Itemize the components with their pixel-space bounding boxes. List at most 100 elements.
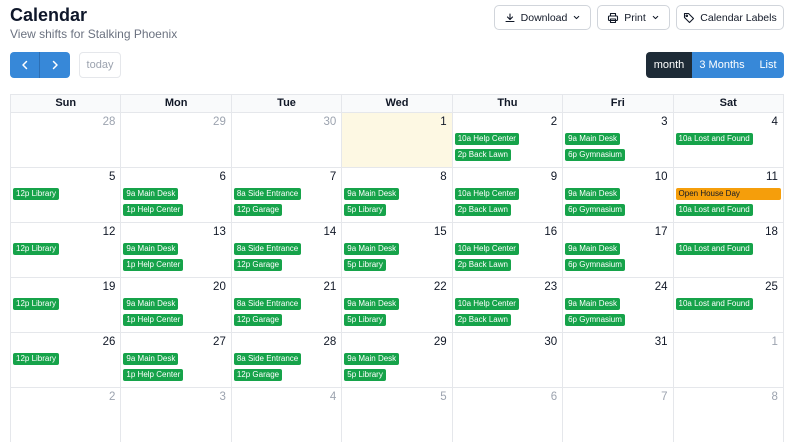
shift-event[interactable]: 5p Library	[344, 369, 386, 381]
day-cell[interactable]: 16 10a Help Center 2p Back Lawn	[452, 223, 564, 278]
day-number[interactable]: 30	[544, 336, 557, 348]
day-cell[interactable]: 9 10a Help Center 2p Back Lawn	[452, 168, 564, 223]
day-number[interactable]: 24	[655, 281, 668, 293]
shift-event[interactable]: 5p Library	[344, 314, 386, 326]
day-number[interactable]: 8	[440, 171, 446, 183]
day-cell[interactable]: 27 9a Main Desk 1p Help Center	[121, 333, 232, 388]
day-cell[interactable]: 3	[121, 388, 232, 442]
day-number[interactable]: 26	[103, 336, 116, 348]
day-number[interactable]: 28	[103, 116, 116, 128]
day-cell[interactable]: 8	[674, 388, 784, 442]
day-number[interactable]: 29	[434, 336, 447, 348]
day-number[interactable]: 10	[655, 171, 668, 183]
day-number[interactable]: 27	[213, 336, 226, 348]
day-number[interactable]: 13	[213, 226, 226, 238]
shift-event[interactable]: 9a Main Desk	[344, 298, 400, 310]
day-cell[interactable]: 28 8a Side Entrance 12p Garage	[231, 333, 343, 388]
day-cell[interactable]: 28	[11, 113, 122, 168]
day-cell[interactable]: 29 9a Main Desk 5p Library	[342, 333, 453, 388]
shift-event[interactable]: 6p Gymnasium	[565, 204, 625, 216]
shift-event[interactable]: 9a Main Desk	[344, 353, 400, 365]
shift-event[interactable]: 9a Main Desk	[123, 298, 179, 310]
day-number[interactable]: 7	[330, 171, 336, 183]
day-cell[interactable]: 17 9a Main Desk 6p Gymnasium	[563, 223, 674, 278]
view-list-button[interactable]: List	[752, 52, 784, 78]
day-cell[interactable]: 7	[563, 388, 674, 442]
day-cell[interactable]: 21 8a Side Entrance 12p Garage	[231, 278, 343, 333]
shift-event[interactable]: 12p Library	[13, 243, 60, 255]
shift-event[interactable]: 12p Library	[13, 353, 60, 365]
day-cell[interactable]: 20 9a Main Desk 1p Help Center	[121, 278, 232, 333]
day-number[interactable]: 28	[323, 336, 336, 348]
day-cell[interactable]: 2	[11, 388, 122, 442]
day-cell[interactable]: 30	[231, 113, 343, 168]
day-cell[interactable]: 23 10a Help Center 2p Back Lawn	[452, 278, 564, 333]
day-number[interactable]: 9	[551, 171, 557, 183]
day-cell[interactable]: 6 9a Main Desk 1p Help Center	[121, 168, 232, 223]
shift-event[interactable]: 12p Garage	[233, 314, 283, 326]
day-number[interactable]: 6	[219, 171, 225, 183]
day-number[interactable]: 1	[440, 116, 446, 128]
shift-event[interactable]: 10a Help Center	[454, 243, 519, 255]
shift-event[interactable]: 2p Back Lawn	[454, 259, 511, 271]
shift-event[interactable]: 10a Lost and Found	[675, 243, 753, 255]
day-number[interactable]: 2	[109, 391, 115, 403]
day-number[interactable]: 12	[103, 226, 116, 238]
day-number[interactable]: 23	[544, 281, 557, 293]
download-button[interactable]: Download	[494, 5, 591, 30]
day-number[interactable]: 1	[772, 336, 778, 348]
shift-event[interactable]: 12p Garage	[233, 369, 283, 381]
shift-event[interactable]: 2p Back Lawn	[454, 314, 511, 326]
day-cell[interactable]: 5 12p Library	[11, 168, 122, 223]
shift-event[interactable]: 2p Back Lawn	[454, 204, 511, 216]
shift-event[interactable]: 10a Lost and Found	[675, 298, 753, 310]
day-cell[interactable]: 4 10a Lost and Found	[673, 113, 784, 168]
day-cell-today[interactable]: 1	[342, 113, 453, 168]
shift-event[interactable]: 10a Help Center	[454, 298, 519, 310]
today-button[interactable]: today	[79, 52, 121, 78]
day-number[interactable]: 4	[330, 391, 336, 403]
day-cell[interactable]: 1	[673, 333, 784, 388]
shift-event[interactable]: 10a Help Center	[454, 133, 519, 145]
day-cell[interactable]: 11 Open House Day 10a Lost and Found	[673, 168, 784, 223]
day-cell[interactable]: 18 10a Lost and Found	[673, 223, 784, 278]
day-number[interactable]: 25	[765, 281, 778, 293]
day-number[interactable]: 7	[661, 391, 667, 403]
shift-event[interactable]: 12p Library	[13, 298, 60, 310]
shift-event[interactable]: 5p Library	[344, 204, 386, 216]
shift-event[interactable]: 10a Lost and Found	[675, 133, 753, 145]
day-number[interactable]: 6	[551, 391, 557, 403]
day-cell[interactable]: 7 8a Side Entrance 12p Garage	[231, 168, 343, 223]
shift-event[interactable]: 6p Gymnasium	[565, 149, 625, 161]
shift-event[interactable]: 8a Side Entrance	[233, 243, 302, 255]
day-cell[interactable]: 30	[452, 333, 564, 388]
day-number[interactable]: 3	[661, 116, 667, 128]
day-cell[interactable]: 2 10a Help Center 2p Back Lawn	[452, 113, 564, 168]
shift-event[interactable]: 9a Main Desk	[565, 243, 621, 255]
prev-month-button[interactable]	[10, 52, 40, 78]
view-month-button[interactable]: month	[646, 52, 692, 78]
day-cell[interactable]: 8 9a Main Desk 5p Library	[342, 168, 453, 223]
day-cell[interactable]: 24 9a Main Desk 6p Gymnasium	[563, 278, 674, 333]
shift-event[interactable]: 5p Library	[344, 259, 386, 271]
day-number[interactable]: 30	[323, 116, 336, 128]
day-cell[interactable]: 10 9a Main Desk 6p Gymnasium	[563, 168, 674, 223]
day-cell[interactable]: 6	[453, 388, 564, 442]
shift-event[interactable]: 9a Main Desk	[565, 298, 621, 310]
shift-event[interactable]: 12p Garage	[233, 204, 283, 216]
day-cell[interactable]: 14 8a Side Entrance 12p Garage	[231, 223, 343, 278]
day-number[interactable]: 29	[213, 116, 226, 128]
day-cell[interactable]: 31	[563, 333, 674, 388]
day-cell[interactable]: 22 9a Main Desk 5p Library	[342, 278, 453, 333]
shift-event[interactable]: 6p Gymnasium	[565, 259, 625, 271]
day-number[interactable]: 19	[103, 281, 116, 293]
day-number[interactable]: 17	[655, 226, 668, 238]
day-number[interactable]: 22	[434, 281, 447, 293]
print-button[interactable]: Print	[597, 5, 670, 30]
shift-event[interactable]: 10a Help Center	[454, 188, 519, 200]
day-cell[interactable]: 29	[121, 113, 232, 168]
day-number[interactable]: 14	[323, 226, 336, 238]
shift-event[interactable]: 8a Side Entrance	[233, 188, 302, 200]
day-cell[interactable]: 15 9a Main Desk 5p Library	[342, 223, 453, 278]
day-number[interactable]: 5	[440, 391, 446, 403]
